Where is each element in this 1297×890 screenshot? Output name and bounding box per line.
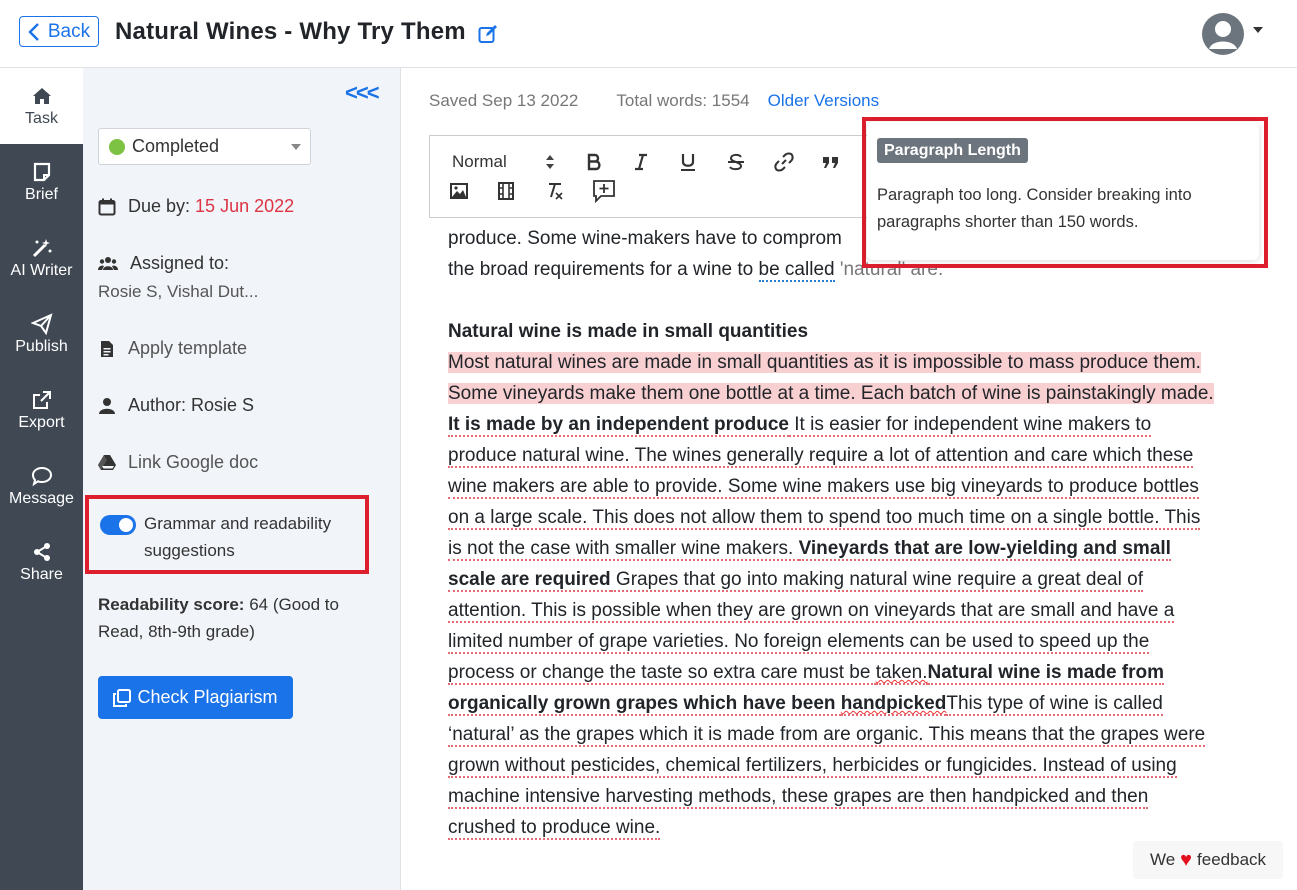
highlighted-sentence[interactable]: Most natural wines are made in small qua… <box>448 352 1214 404</box>
tooltip-badge: Paragraph Length <box>877 138 1028 163</box>
magic-wand-icon <box>32 238 51 257</box>
status-dot-icon <box>109 138 125 155</box>
grammar-toggle-label: Grammar and readability suggestions <box>144 514 332 560</box>
paragraph-long: Most natural wines are made in small qua… <box>448 347 1218 843</box>
assigned-row: Assigned to: <box>98 253 229 274</box>
readability-score: Readability score: 64 (Good to Read, 8th… <box>98 591 368 645</box>
edit-title-icon[interactable] <box>478 24 498 44</box>
top-header: Back Natural Wines - Why Try Them <box>0 0 1297 68</box>
task-panel: <<< Completed Due by: 15 Jun 2022 Assign… <box>83 68 401 890</box>
grammar-toggle-row: Grammar and readability suggestions <box>85 495 369 574</box>
format-select-value: Normal <box>452 152 507 171</box>
spelling-flag[interactable]: taken. <box>875 662 928 685</box>
status-value: Completed <box>132 136 220 156</box>
calendar-icon <box>98 198 116 215</box>
spelling-flag[interactable]: handpicked <box>840 693 947 716</box>
rail-item-ai-writer[interactable]: AI Writer <box>0 220 83 296</box>
chevron-left-icon <box>28 22 39 41</box>
heart-icon: ♥ <box>1180 848 1193 871</box>
underline-icon[interactable] <box>678 152 698 172</box>
due-date-row: Due by: 15 Jun 2022 <box>98 196 294 217</box>
users-icon <box>98 256 118 270</box>
check-plagiarism-button[interactable]: Check Plagiarism <box>98 676 293 719</box>
collapse-panel-button[interactable]: <<< <box>345 80 380 106</box>
home-icon <box>32 87 51 104</box>
add-comment-icon[interactable] <box>592 179 616 203</box>
google-drive-icon <box>98 454 116 470</box>
status-select[interactable]: Completed <box>98 128 311 165</box>
grammar-toggle-switch[interactable] <box>100 515 136 535</box>
editor-content[interactable]: produce. Some wine-makers have to compro… <box>448 223 1218 843</box>
image-icon[interactable] <box>449 181 469 201</box>
strikethrough-icon[interactable] <box>726 152 746 172</box>
quote-icon[interactable] <box>821 152 841 172</box>
apply-template-row[interactable]: Apply template <box>98 338 247 359</box>
rail-item-label: Brief <box>25 185 58 203</box>
section-heading: Natural wine is made in small quantities <box>448 321 809 342</box>
apply-template-label: Apply template <box>128 338 248 358</box>
note-icon <box>33 162 50 181</box>
due-label: Due by: <box>128 196 191 216</box>
format-select-arrows-icon[interactable] <box>543 152 557 172</box>
format-select[interactable]: Normal <box>452 150 507 174</box>
rail-item-label: Share <box>20 565 63 583</box>
clear-format-icon[interactable] <box>545 181 565 201</box>
share-icon <box>33 542 50 561</box>
icon-rail: Task Brief AI Writer Publish Export Mess… <box>0 68 83 890</box>
due-date-value[interactable]: 15 Jun 2022 <box>195 196 294 217</box>
caret-down-icon <box>291 144 301 150</box>
text-fragment: the broad requirements for a wine to <box>448 259 759 280</box>
check-plagiarism-label: Check Plagiarism <box>137 687 278 707</box>
link-icon[interactable] <box>774 152 794 172</box>
rail-item-message[interactable]: Message <box>0 448 83 524</box>
rail-item-label: Task <box>25 109 58 127</box>
document-title: Natural Wines - Why Try Them <box>115 18 466 45</box>
paragraph-length-tooltip: Paragraph Length Paragraph too long. Con… <box>867 122 1259 260</box>
feedback-pre: We <box>1149 850 1176 869</box>
video-icon[interactable] <box>496 181 516 201</box>
tooltip-text: Paragraph too long. Consider breaking in… <box>877 186 1192 231</box>
user-icon <box>1209 21 1237 49</box>
editor-toolbar: Normal <box>429 135 869 218</box>
user-icon <box>99 397 115 414</box>
text-fragment: produce. Some wine-makers have to compro… <box>448 228 842 249</box>
link-google-doc-row[interactable]: Link Google doc <box>98 452 258 473</box>
older-versions-link[interactable]: Older Versions <box>768 91 880 111</box>
assigned-names[interactable]: Rosie S, Vishal Dut... <box>98 282 258 302</box>
feedback-button[interactable]: We ♥ feedback <box>1133 841 1283 879</box>
rail-item-label: AI Writer <box>10 261 73 279</box>
rail-item-label: Message <box>9 489 74 507</box>
bold-inline: It is made by an independent produce <box>448 414 789 437</box>
back-button-label: Back <box>47 20 91 42</box>
rail-item-export[interactable]: Export <box>0 372 83 448</box>
readability-label: Readability score: <box>98 595 245 614</box>
saved-timestamp: Saved Sep 13 2022 <box>429 91 579 110</box>
document-icon <box>101 340 113 357</box>
rail-item-label: Export <box>18 413 65 431</box>
assigned-label: Assigned to: <box>130 253 230 273</box>
rail-item-publish[interactable]: Publish <box>0 296 83 372</box>
author-row: Author: Rosie S <box>98 395 254 416</box>
share-out-icon <box>32 390 51 409</box>
rail-item-label: Publish <box>15 337 68 355</box>
author-label: Author: Rosie S <box>128 395 255 415</box>
link-google-doc-label: Link Google doc <box>128 452 259 472</box>
rail-item-share[interactable]: Share <box>0 524 83 600</box>
bold-icon[interactable] <box>584 152 604 172</box>
italic-icon[interactable] <box>631 152 651 172</box>
feedback-post: feedback <box>1197 850 1267 869</box>
user-avatar[interactable] <box>1202 13 1244 55</box>
send-icon <box>30 312 53 335</box>
rail-item-brief[interactable]: Brief <box>0 144 83 220</box>
avatar-dropdown-icon[interactable] <box>1253 27 1263 33</box>
total-words: Total words: 1554 <box>616 91 750 110</box>
back-button[interactable]: Back <box>19 16 99 47</box>
save-status-bar: Saved Sep 13 2022 Total words: 1554 Olde… <box>429 91 879 111</box>
suggestion-underline[interactable]: be called <box>758 259 835 282</box>
rail-item-task[interactable]: Task <box>0 68 83 144</box>
chat-icon <box>31 466 52 486</box>
copy-icon <box>113 688 132 707</box>
